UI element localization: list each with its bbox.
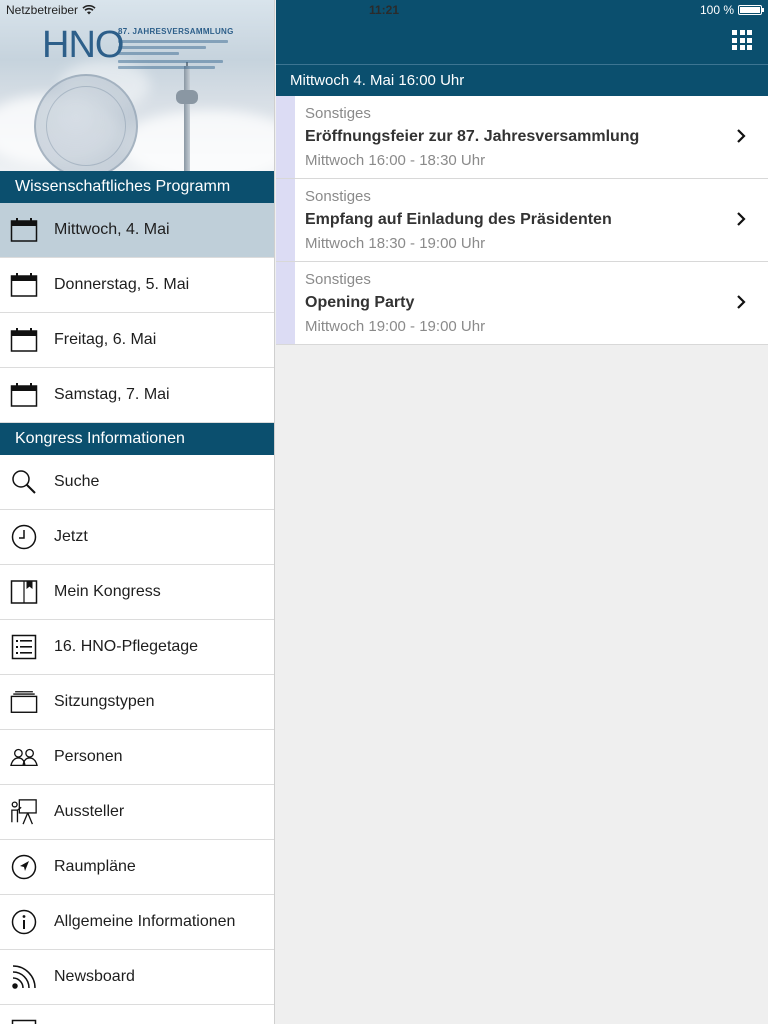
section-header-program: Wissenschaftliches Programm — [0, 171, 274, 203]
congress-banner: HNO 87. JAHRESVERSAMMLUNG — [0, 0, 274, 171]
sidebar-item-mein-kongress[interactable]: Mein Kongress — [0, 565, 274, 620]
sidebar-item-label: Donnerstag, 5. Mai — [54, 276, 190, 293]
stack-icon — [10, 688, 38, 716]
list-icon — [10, 1018, 38, 1024]
sidebar-item-label: Samstag, 7. Mai — [54, 386, 170, 403]
chevron-right-icon — [737, 295, 746, 309]
sidebar-item-label: Mittwoch, 4. Mai — [54, 221, 170, 238]
sidebar-item-label: Freitag, 6. Mai — [54, 331, 157, 348]
event-category-strip — [276, 179, 295, 261]
sidebar-item-mittwoch[interactable]: Mittwoch, 4. Mai — [0, 203, 274, 258]
event-title: Empfang auf Einladung des Präsidenten — [305, 211, 612, 228]
event-row[interactable]: Sonstiges Empfang auf Einladung des Präs… — [276, 179, 768, 262]
battery-icon — [738, 5, 764, 15]
rss-icon — [10, 963, 38, 991]
sidebar-item-newsboard[interactable]: Newsboard — [0, 950, 274, 1005]
event-category: Sonstiges — [305, 188, 371, 205]
calendar-icon — [10, 381, 38, 409]
event-time: Mittwoch 18:30 - 19:00 Uhr — [305, 235, 486, 252]
sidebar-item-aussteller[interactable]: Aussteller — [0, 785, 274, 840]
navigation-icon — [10, 853, 38, 881]
sidebar-item-label: Aussteller — [54, 803, 125, 820]
status-time: 11:21 — [368, 3, 400, 17]
sidebar-item-personen[interactable]: Personen — [0, 730, 274, 785]
search-icon — [10, 468, 38, 496]
clock-icon — [10, 523, 38, 551]
status-bar: Netzbetreiber 11:21 100 % — [0, 0, 768, 20]
info-icon — [10, 908, 38, 936]
banner-fineprint — [118, 40, 228, 72]
sidebar-item-donnerstag[interactable]: Donnerstag, 5. Mai — [0, 258, 274, 313]
event-title: Eröffnungsfeier zur 87. Jahresversammlun… — [305, 128, 640, 145]
grid-menu-icon[interactable] — [732, 30, 752, 50]
calendar-icon — [10, 271, 38, 299]
sidebar-item-suche[interactable]: Suche — [0, 455, 274, 510]
event-time: Mittwoch 16:00 - 18:30 Uhr — [305, 152, 486, 169]
medal-image — [34, 74, 138, 171]
sidebar-item-label: 16. HNO-Pflegetage — [54, 638, 199, 655]
day-header: Mittwoch 4. Mai 16:00 Uhr — [276, 64, 768, 96]
section-header-info: Kongress Informationen — [0, 423, 274, 455]
sidebar-item-pflegetage[interactable]: 16. HNO-Pflegetage — [0, 620, 274, 675]
banner-logo: HNO — [42, 24, 124, 66]
event-time: Mittwoch 19:00 - 19:00 Uhr — [305, 318, 486, 335]
chevron-right-icon — [737, 129, 746, 143]
main-content: Mittwoch 4. Mai 16:00 Uhr Sonstiges Eröf… — [276, 0, 768, 1024]
tower-image — [184, 66, 190, 171]
people-icon — [10, 743, 38, 771]
calendar-icon — [10, 216, 38, 244]
sidebar-item-allgemeine-informationen[interactable]: Allgemeine Informationen — [0, 895, 274, 950]
battery-percent: 100 % — [699, 3, 734, 17]
bookmark-book-icon — [10, 578, 38, 606]
sidebar-item-samstag[interactable]: Samstag, 7. Mai — [0, 368, 274, 423]
sidebar-item-label: Newsboard — [54, 968, 135, 985]
event-category-strip — [276, 96, 295, 178]
banner-subtitle: 87. JAHRESVERSAMMLUNG — [118, 27, 234, 36]
day-list: Mittwoch, 4. Mai Donnerstag, 5. Mai Frei… — [0, 203, 274, 423]
sidebar-item-label: Sitzungstypen — [54, 693, 155, 710]
sidebar-item-label: Suche — [54, 473, 100, 490]
sidebar-item-jetzt[interactable]: Jetzt — [0, 510, 274, 565]
status-right: 100 % — [699, 3, 764, 17]
event-row[interactable]: Sonstiges Opening Party Mittwoch 19:00 -… — [276, 262, 768, 345]
sidebar-item-label: Personen — [54, 748, 123, 765]
presenter-icon — [10, 798, 38, 826]
list-icon — [10, 633, 38, 661]
chevron-right-icon — [737, 212, 746, 226]
sidebar-item-sitzungstypen[interactable]: Sitzungstypen — [0, 675, 274, 730]
sidebar-item-label: Jetzt — [54, 528, 88, 545]
sidebar-item-label: Allgemeine Informationen — [54, 913, 236, 930]
sidebar-item-label: Mein Kongress — [54, 583, 161, 600]
event-row[interactable]: Sonstiges Eröffnungsfeier zur 87. Jahres… — [276, 96, 768, 179]
event-category: Sonstiges — [305, 271, 371, 288]
event-title: Opening Party — [305, 294, 415, 311]
sidebar-item-raumplaene[interactable]: Raumpläne — [0, 840, 274, 895]
sidebar: HNO 87. JAHRESVERSAMMLUNG Wissenschaftli… — [0, 0, 275, 1024]
sidebar-item-freitag[interactable]: Freitag, 6. Mai — [0, 313, 274, 368]
sidebar-item-label: Raumpläne — [54, 858, 136, 875]
event-category: Sonstiges — [305, 105, 371, 122]
event-category-strip — [276, 262, 295, 344]
sidebar-item-partial[interactable] — [0, 1005, 274, 1024]
calendar-icon — [10, 326, 38, 354]
battery-fill — [740, 7, 760, 13]
